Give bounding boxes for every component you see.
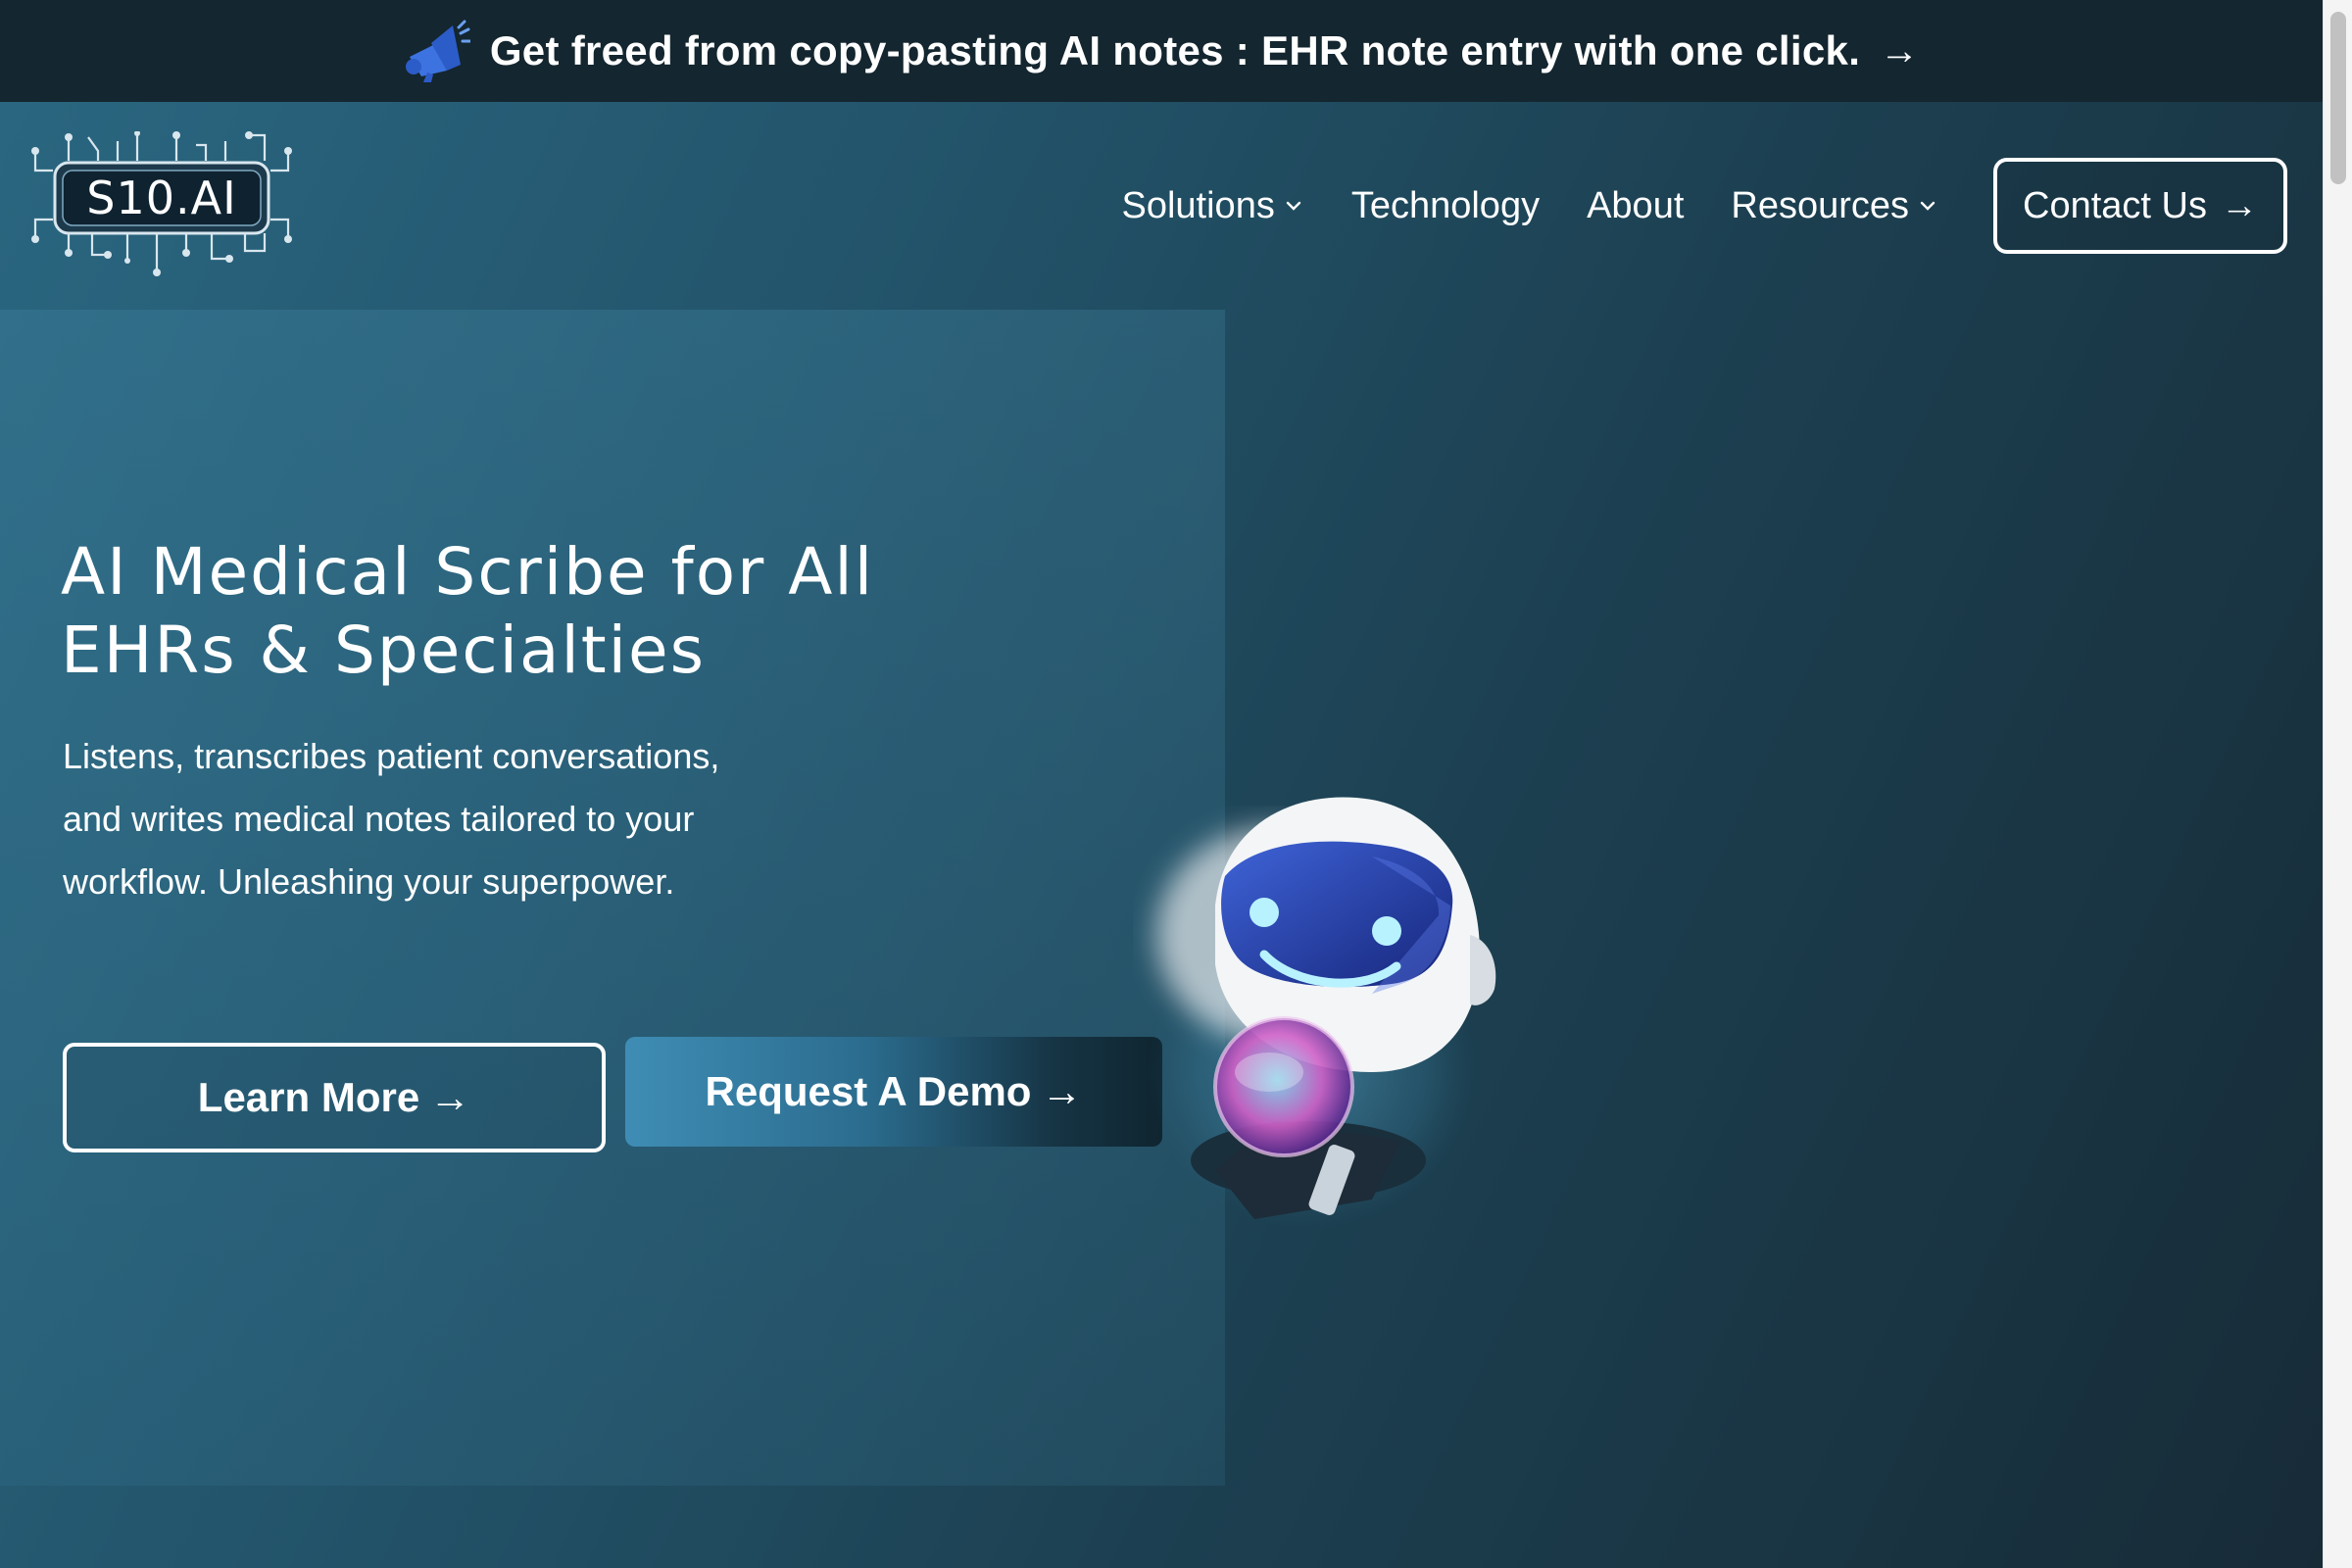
learn-more-button[interactable]: Learn More → xyxy=(63,1043,606,1152)
page: S10.AI Solutions Technology About Resour… xyxy=(0,102,2323,1568)
announcement-text[interactable]: Get freed from copy-pasting AI notes : E… xyxy=(490,27,1860,74)
logo-circuit-icon: S10.AI xyxy=(31,130,292,276)
scrollbar[interactable] xyxy=(2323,0,2352,1568)
nav-resources-label: Resources xyxy=(1731,184,1910,226)
nav-technology[interactable]: Technology xyxy=(1351,185,1540,227)
hero-title: AI Medical Scribe for All EHRs & Special… xyxy=(61,533,1139,690)
contact-us-label: Contact Us xyxy=(2023,184,2207,226)
request-demo-label: Request A Demo xyxy=(705,1068,1032,1114)
hero-subtitle-line3: workflow. Unleashing your superpower. xyxy=(63,861,675,902)
chevron-down-icon xyxy=(1920,201,1936,211)
arrow-right-icon: → xyxy=(2221,184,2258,226)
logo[interactable]: S10.AI xyxy=(29,130,294,278)
arrow-right-icon: → xyxy=(429,1074,471,1120)
site-header: S10.AI Solutions Technology About Resour… xyxy=(0,102,2323,310)
arrow-right-icon: → xyxy=(1880,28,1920,73)
hero-subtitle-line1: Listens, transcribes patient conversatio… xyxy=(63,736,720,776)
nav-technology-label: Technology xyxy=(1350,184,1541,226)
hero-subtitle: Listens, transcribes patient conversatio… xyxy=(63,725,837,913)
learn-more-label: Learn More xyxy=(197,1074,420,1120)
logo-text: S10.AI xyxy=(86,172,236,224)
robot-mascot-icon xyxy=(1147,797,1496,1229)
nav-solutions-label: Solutions xyxy=(1121,184,1275,226)
chevron-down-icon xyxy=(1286,201,1301,211)
megaphone-icon xyxy=(405,20,470,82)
contact-us-button[interactable]: Contact Us → xyxy=(1993,158,2287,254)
hero-title-line1: AI Medical Scribe for All xyxy=(61,534,875,610)
scrollbar-thumb[interactable] xyxy=(2330,12,2346,184)
arrow-right-icon: → xyxy=(1041,1068,1083,1114)
main-nav: Solutions Technology About Resources Con… xyxy=(1122,157,2287,255)
nav-about[interactable]: About xyxy=(1587,185,1684,227)
announcement-bar[interactable]: Get freed from copy-pasting AI notes : E… xyxy=(0,0,2323,102)
nav-solutions[interactable]: Solutions xyxy=(1122,185,1304,227)
nav-about-label: About xyxy=(1587,184,1685,226)
hero-subtitle-line2: and writes medical notes tailored to you… xyxy=(63,799,695,839)
nav-resources[interactable]: Resources xyxy=(1731,185,1938,227)
hero-title-line2: EHRs & Specialties xyxy=(61,612,707,688)
